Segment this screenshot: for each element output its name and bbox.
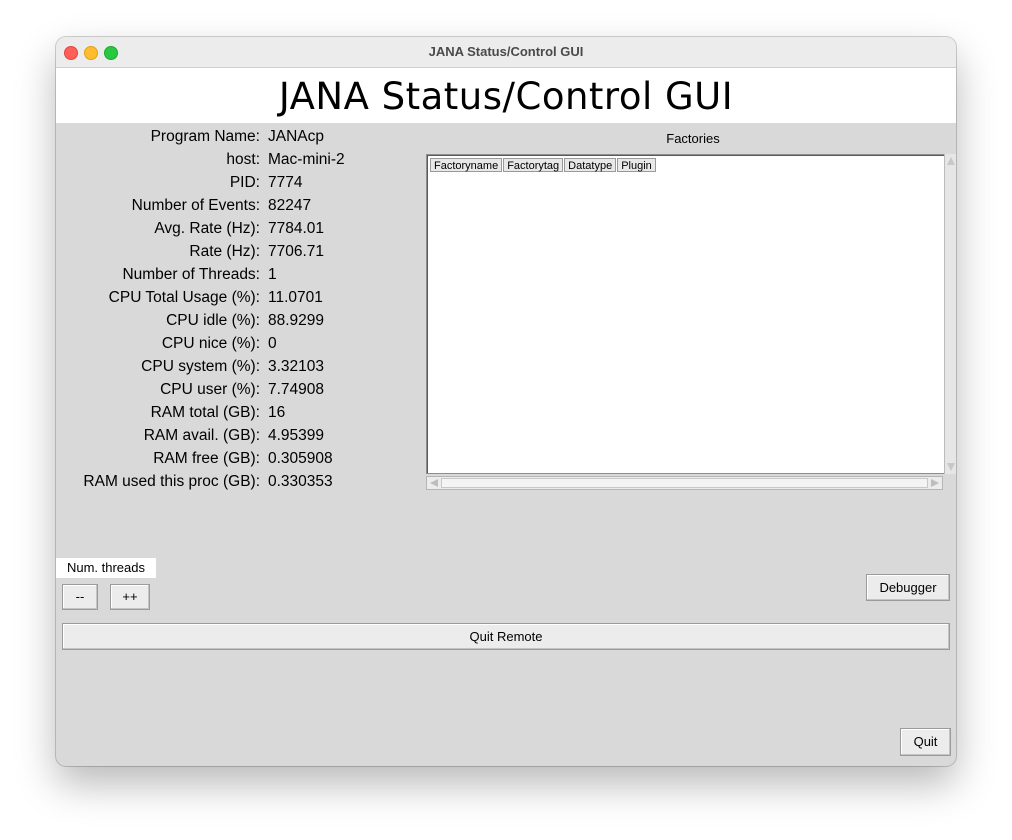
info-row-number-of-threads: Number of Threads: 1: [56, 266, 416, 289]
info-value: 7774: [268, 174, 303, 191]
num-threads-label: Num. threads: [56, 558, 156, 578]
factories-title: Factories: [666, 131, 720, 146]
info-value: 0.330353: [268, 473, 333, 490]
info-label: Avg. Rate (Hz):: [154, 220, 260, 237]
info-value: 1: [268, 266, 277, 283]
info-value: Mac-mini-2: [268, 151, 345, 168]
window-title: JANA Status/Control GUI: [428, 44, 584, 59]
info-value: 16: [268, 404, 286, 421]
info-value: 7784.01: [268, 220, 325, 237]
quit-remote-button[interactable]: Quit Remote: [62, 623, 950, 650]
info-row-cpu-idle: CPU idle (%): 88.9299: [56, 312, 416, 335]
debugger-button[interactable]: Debugger: [866, 574, 950, 601]
banner: JANA Status/Control GUI: [56, 68, 956, 123]
increment-threads-button[interactable]: ++: [110, 584, 150, 610]
factories-horizontal-scrollbar[interactable]: [426, 476, 943, 490]
column-header-datatype[interactable]: Datatype: [564, 158, 617, 172]
banner-title: JANA Status/Control GUI: [278, 75, 734, 118]
info-row-ram-free: RAM free (GB): 0.305908: [56, 450, 416, 473]
info-label: RAM used this proc (GB):: [83, 473, 260, 490]
info-label: Program Name:: [150, 128, 260, 145]
scrollbar-thumb[interactable]: [441, 478, 928, 488]
info-label: CPU system (%):: [141, 358, 260, 375]
info-label: CPU Total Usage (%):: [108, 289, 260, 306]
scroll-left-arrow-icon[interactable]: [430, 479, 438, 487]
info-row-ram-used-this-proc: RAM used this proc (GB): 0.330353: [56, 473, 416, 496]
info-row-pid: PID: 7774: [56, 174, 416, 197]
info-label: CPU user (%):: [160, 381, 260, 398]
info-value: 4.95399: [268, 427, 325, 444]
info-value: 7.74908: [268, 381, 325, 398]
column-header-factorytag[interactable]: Factorytag: [503, 158, 564, 172]
info-label: PID:: [229, 174, 260, 191]
info-value: 82247: [268, 197, 312, 214]
info-label: RAM free (GB):: [153, 450, 260, 467]
info-label: host:: [226, 151, 260, 168]
scroll-down-arrow-icon[interactable]: [947, 463, 955, 471]
info-label: RAM total (GB):: [150, 404, 260, 421]
column-header-factoryname[interactable]: Factoryname: [430, 158, 503, 172]
title-bar: JANA Status/Control GUI: [56, 37, 956, 68]
info-label: Rate (Hz):: [189, 243, 260, 260]
info-row-avg-rate: Avg. Rate (Hz): 7784.01: [56, 220, 416, 243]
info-row-host: host: Mac-mini-2: [56, 151, 416, 174]
info-value: 0: [268, 335, 277, 352]
column-header-plugin[interactable]: Plugin: [617, 158, 656, 172]
info-label: RAM avail. (GB):: [143, 427, 260, 444]
scroll-up-arrow-icon[interactable]: [947, 157, 955, 165]
info-label: CPU nice (%):: [161, 335, 260, 352]
info-value: JANAcp: [268, 128, 324, 145]
info-row-number-of-events: Number of Events: 82247: [56, 197, 416, 220]
info-row-ram-total: RAM total (GB): 16: [56, 404, 416, 427]
info-row-cpu-total-usage: CPU Total Usage (%): 11.0701: [56, 289, 416, 312]
factories-table[interactable]: Factoryname Factorytag Datatype Plugin: [426, 154, 945, 474]
info-row-program-name: Program Name: JANAcp: [56, 128, 416, 151]
info-row-cpu-nice: CPU nice (%): 0: [56, 335, 416, 358]
info-label: Number of Events:: [131, 197, 260, 214]
scroll-right-arrow-icon[interactable]: [931, 479, 939, 487]
quit-button[interactable]: Quit: [900, 728, 951, 756]
info-value: 3.32103: [268, 358, 325, 375]
info-row-ram-avail: RAM avail. (GB): 4.95399: [56, 427, 416, 450]
factories-table-header: Factoryname Factorytag Datatype Plugin: [430, 158, 657, 172]
info-value: 11.0701: [268, 289, 323, 306]
info-value: 7706.71: [268, 243, 325, 260]
info-value: 88.9299: [268, 312, 325, 329]
factories-vertical-scrollbar[interactable]: [944, 154, 956, 474]
info-label: Number of Threads:: [122, 266, 260, 283]
info-row-cpu-system: CPU system (%): 3.32103: [56, 358, 416, 381]
app-window: JANA Status/Control GUI JANA Status/Cont…: [56, 37, 956, 766]
info-row-rate: Rate (Hz): 7706.71: [56, 243, 416, 266]
info-value: 0.305908: [268, 450, 333, 467]
info-label: CPU idle (%):: [166, 312, 260, 329]
decrement-threads-button[interactable]: --: [62, 584, 98, 610]
info-row-cpu-user: CPU user (%): 7.74908: [56, 381, 416, 404]
